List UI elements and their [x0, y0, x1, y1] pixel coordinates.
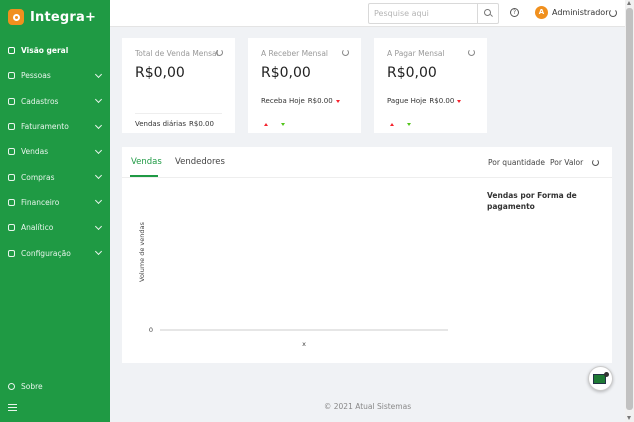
arrow-down-icon — [407, 123, 411, 126]
card-title: Total de Venda Mensal — [135, 49, 219, 58]
card-title: A Receber Mensal — [261, 49, 329, 58]
sidebar-item-configuracao[interactable]: Configuração — [0, 240, 110, 265]
brand-logo-icon — [8, 9, 24, 25]
help-icon[interactable]: ? — [510, 8, 519, 17]
chevron-down-icon — [94, 247, 103, 256]
refresh-icon[interactable] — [216, 49, 223, 56]
search-icon[interactable] — [477, 4, 498, 23]
filter-por-valor[interactable]: Por Valor — [550, 158, 583, 167]
register-icon — [8, 97, 15, 105]
chevron-down-icon — [94, 172, 103, 180]
card-a-pagar: A Pagar Mensal R$0,00 Pague Hoje R$0.00 — [374, 38, 487, 133]
sales-line-chart: 0 x — [149, 326, 448, 348]
sidebar-item-faturamento[interactable]: Faturamento — [0, 114, 110, 139]
arrow-up-icon — [390, 123, 394, 126]
brand[interactable]: Integra+ — [0, 0, 110, 34]
refresh-icon[interactable] — [468, 49, 475, 56]
refresh-icon[interactable] — [592, 159, 599, 166]
y-axis-label: Volume de vendas — [138, 222, 146, 282]
sidebar-item-sobre[interactable]: Sobre — [0, 374, 110, 399]
sidebar-item-financeiro[interactable]: Financeiro — [0, 190, 110, 215]
filter-por-quantidade[interactable]: Por quantidade — [488, 158, 545, 167]
sidebar-item-visao-geral[interactable]: Visão geral — [0, 38, 110, 63]
brand-name: Integra+ — [30, 9, 97, 25]
finance-icon — [8, 198, 15, 206]
card-value: R$0,00 — [261, 65, 311, 81]
topbar: ? A Administrador — [110, 0, 625, 27]
chevron-down-icon — [94, 197, 103, 205]
card-foot-value: R$0.00 — [307, 97, 333, 105]
cart-icon — [8, 173, 15, 181]
menu-collapse-icon[interactable] — [8, 404, 17, 413]
caret-down-icon — [457, 99, 462, 103]
scroll-up-icon[interactable] — [627, 1, 631, 5]
sales-chart-panel: Vendas Vendedores Por quantidade Por Val… — [122, 147, 612, 363]
card-total-venda: Total de Venda Mensal R$0,00 Vendas diár… — [122, 38, 235, 133]
payment-method-chart-title: Vendas por Forma de pagamento — [487, 191, 577, 211]
sidebar-item-compras[interactable]: Compras — [0, 164, 110, 189]
sidebar-item-label: Cadastros — [21, 96, 59, 106]
chevron-down-icon — [94, 146, 103, 154]
chevron-down-icon — [94, 70, 103, 78]
sidebar-item-label: Financeiro — [21, 197, 60, 207]
sidebar-item-label: Sobre — [21, 382, 43, 392]
sidebar-item-cadastros[interactable]: Cadastros — [0, 89, 110, 114]
chevron-down-icon — [94, 222, 103, 230]
search-box — [368, 3, 499, 24]
card-foot-value: R$0.00 — [189, 120, 214, 128]
support-chat-button[interactable] — [588, 366, 613, 391]
sidebar-item-label: Compras — [21, 172, 55, 182]
agent-avatar-icon — [604, 372, 609, 377]
sidebar-item-pessoas[interactable]: Pessoas — [0, 63, 110, 88]
sidebar-item-vendas[interactable]: Vendas — [0, 139, 110, 164]
card-foot: Vendas diárias R$0.00 — [135, 120, 214, 128]
info-icon — [8, 383, 15, 391]
card-foot[interactable]: Receba Hoje R$0.00 — [261, 97, 340, 105]
footer: © 2021 Atual Sistemas — [323, 402, 412, 411]
refresh-icon[interactable] — [609, 9, 617, 17]
chevron-down-icon — [94, 96, 103, 104]
sidebar-item-label: Pessoas — [21, 71, 51, 81]
invoice-icon — [8, 123, 15, 131]
avatar[interactable]: A — [535, 6, 548, 19]
card-foot[interactable]: Pague Hoje R$0.00 — [387, 97, 462, 105]
card-title: A Pagar Mensal — [387, 49, 445, 58]
arrow-up-icon — [264, 123, 268, 126]
caret-down-icon — [335, 99, 340, 103]
sidebar-item-label: Faturamento — [21, 122, 69, 132]
sidebar-nav: Visão geral Pessoas Cadastros Faturament… — [0, 38, 110, 266]
scroll-thumb[interactable] — [626, 8, 633, 410]
sidebar-item-label: Analítico — [21, 223, 54, 233]
home-icon — [8, 47, 15, 55]
card-a-receber: A Receber Mensal R$0,00 Receba Hoje R$0.0… — [248, 38, 361, 133]
people-icon — [8, 72, 15, 80]
sidebar-item-label: Vendas — [21, 147, 49, 157]
chevron-down-icon — [94, 121, 103, 129]
scrollbar[interactable] — [625, 0, 634, 422]
search-input[interactable] — [369, 4, 478, 23]
card-foot-label: Vendas diárias — [135, 120, 187, 128]
card-foot-value: R$0.00 — [429, 97, 455, 105]
sidebar-item-label: Visão geral — [21, 46, 69, 56]
card-value: R$0,00 — [387, 65, 437, 81]
sidebar-item-label: Configuração — [21, 248, 71, 258]
sidebar-item-analitico[interactable]: Analítico — [0, 215, 110, 240]
gear-icon — [8, 249, 15, 257]
arrow-down-icon — [281, 123, 285, 126]
sales-icon — [8, 148, 15, 156]
analytics-icon — [8, 224, 15, 232]
card-foot-label: Pague Hoje — [387, 97, 427, 105]
x-axis-label: x — [302, 340, 306, 348]
card-value: R$0,00 — [135, 65, 185, 81]
y-tick-label: 0 — [149, 326, 153, 334]
scroll-down-icon[interactable] — [627, 416, 631, 420]
divider — [135, 113, 222, 114]
refresh-icon[interactable] — [342, 49, 349, 56]
sidebar: Integra+ Visão geral Pessoas Cadastros F… — [0, 0, 110, 422]
user-name[interactable]: Administrador — [552, 8, 608, 17]
card-foot-label: Receba Hoje — [261, 97, 305, 105]
